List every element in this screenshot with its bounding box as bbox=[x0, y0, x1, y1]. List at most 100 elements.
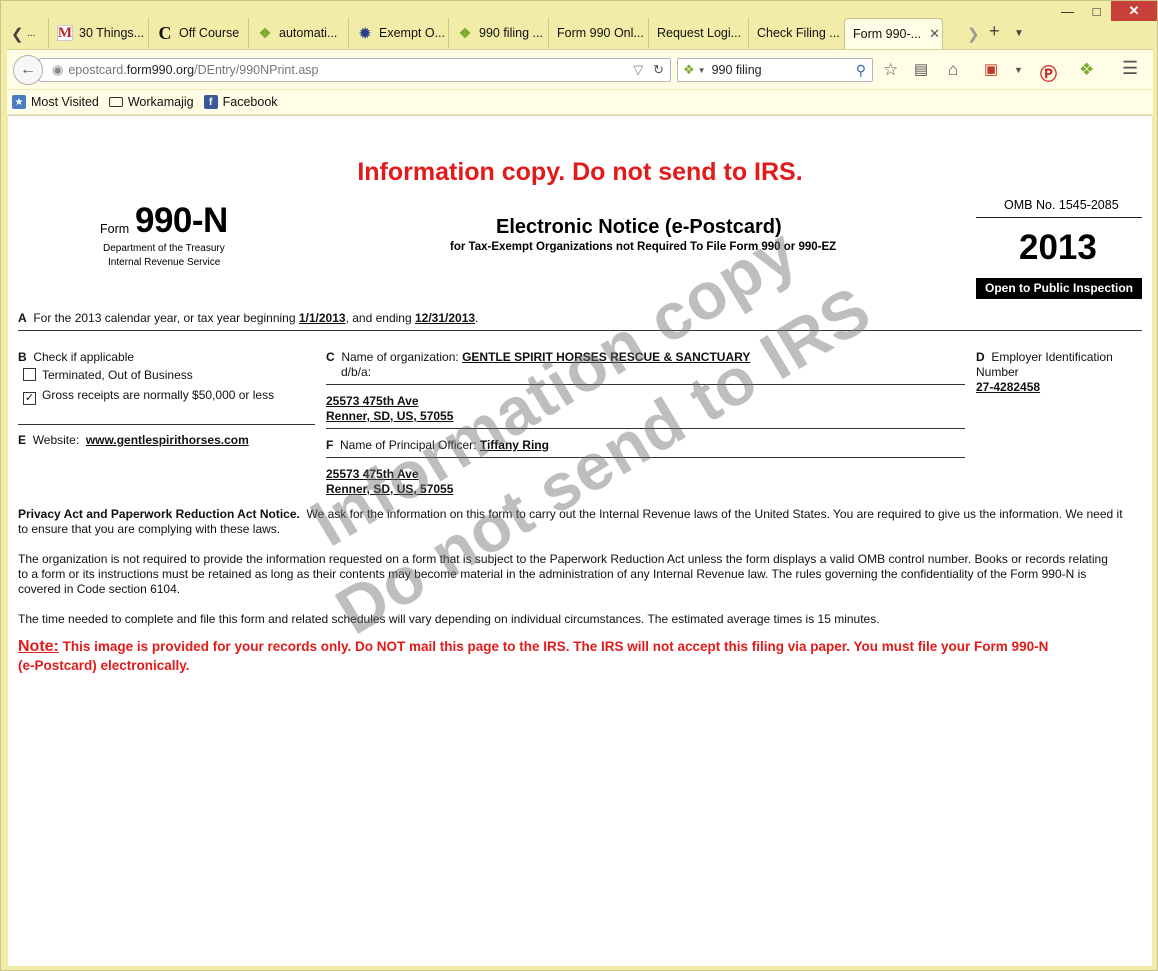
section-a-mid: , and ending bbox=[345, 311, 412, 325]
open-to-public-inspection-badge: Open to Public Inspection bbox=[976, 278, 1142, 299]
pinterest-icon[interactable]: Ⓟ bbox=[1040, 60, 1057, 85]
leaf-icon: ❖ bbox=[258, 24, 272, 41]
note-label: Note: bbox=[18, 638, 59, 655]
back-arrow-icon: ← bbox=[20, 61, 36, 78]
section-a: A For the 2013 calendar year, or tax yea… bbox=[18, 311, 478, 325]
navigation-toolbar: ◉ epostcard. form990.org/DEntry/990NPrint… bbox=[7, 49, 1153, 89]
note-line1: This image is provided for your records … bbox=[62, 639, 1049, 654]
form-subtitle: for Tax-Exempt Organizations not Require… bbox=[450, 241, 837, 253]
tab-label: automati... bbox=[279, 26, 338, 40]
url-domain: form990.org bbox=[126, 63, 195, 77]
dba-label: d/b/a: bbox=[341, 365, 372, 379]
url-bar[interactable]: ◉ epostcard. form990.org/DEntry/990NPrint… bbox=[39, 58, 671, 82]
tab-partial[interactable]: ... bbox=[25, 18, 47, 48]
addon-dropdown-icon[interactable]: ▼ bbox=[1014, 65, 1023, 75]
bookmark-label: Most Visited bbox=[31, 95, 99, 109]
tab-form-990-active[interactable]: Form 990-... ✕ bbox=[844, 18, 943, 49]
search-input[interactable]: 990 filing bbox=[712, 63, 762, 77]
privacy-p2-line3: covered in Code section 6104. bbox=[18, 582, 181, 596]
terminated-option: Terminated, Out of Business bbox=[23, 368, 193, 382]
privacy-paragraph-2: The organization is not required to prov… bbox=[18, 552, 1142, 597]
tab-exempt-org[interactable]: ✹ Exempt O... bbox=[348, 18, 448, 48]
site-info-icon[interactable]: ◉ bbox=[50, 62, 63, 78]
reload-icon[interactable]: ↻ bbox=[653, 62, 664, 78]
tab-request-login[interactable]: Request Logi... bbox=[648, 18, 748, 48]
back-button[interactable]: ← bbox=[13, 55, 43, 85]
section-d: D Employer Identification bbox=[976, 350, 1113, 364]
most-visited-icon: ★ bbox=[12, 95, 26, 109]
privacy-paragraph-1: Privacy Act and Paperwork Reduction Act … bbox=[18, 507, 1142, 537]
tab-label: Check Filing ... bbox=[757, 26, 840, 40]
scroll-tabs-left-icon[interactable]: ❮ bbox=[11, 25, 24, 43]
bookmarks-list-icon[interactable]: ▤ bbox=[914, 60, 928, 78]
section-a-divider bbox=[18, 330, 1142, 331]
workamajig-icon bbox=[108, 97, 123, 107]
tab-form-990-online[interactable]: Form 990 Onl... bbox=[548, 18, 648, 48]
section-f-divider bbox=[326, 457, 965, 458]
section-b-divider bbox=[18, 424, 315, 425]
org-address-line1: 25573 475th Ave bbox=[326, 394, 419, 408]
section-a-end: . bbox=[475, 311, 479, 325]
tab-check-filing[interactable]: Check Filing ... bbox=[748, 18, 844, 48]
search-engine-icon[interactable]: ❖ bbox=[683, 62, 695, 78]
search-bar[interactable]: ❖ ▼ 990 filing ⚲ bbox=[677, 58, 873, 82]
note-line2: (e-Postcard) electronically. bbox=[18, 658, 190, 673]
omb-number: OMB No. 1545-2085 bbox=[1004, 198, 1119, 212]
tab-strip: ❮ ... M 30 Things... C Off Course ❖ auto… bbox=[7, 18, 1153, 49]
privacy-p1-line1: We ask for the information on this form … bbox=[306, 507, 1123, 521]
tab-label: Exempt O... bbox=[379, 26, 445, 40]
section-c: C Name of organization: GENTLE SPIRIT HO… bbox=[326, 350, 750, 364]
url-tools: ▽ ↻ bbox=[633, 62, 664, 78]
officer-address-line1: 25573 475th Ave bbox=[326, 467, 419, 481]
gross-receipts-label: Gross receipts are normally $50,000 or l… bbox=[42, 388, 275, 402]
new-tab-icon[interactable]: + bbox=[989, 21, 1000, 42]
tax-year-end: 12/31/2013 bbox=[414, 311, 476, 325]
officer-address-line2: Renner, SD, US, 57055 bbox=[326, 482, 454, 496]
facebook-icon: f bbox=[203, 95, 218, 109]
section-f: F Name of Principal Officer: Tiffany Rin… bbox=[326, 438, 549, 452]
gross-receipts-checkbox: ✓ bbox=[23, 392, 36, 405]
org-name-value: GENTLE SPIRIT HORSES RESCUE & SANCTUARY bbox=[462, 350, 751, 364]
tab-label: Request Logi... bbox=[657, 26, 742, 40]
evernote-icon[interactable]: ❖ bbox=[1079, 60, 1094, 80]
search-icon[interactable]: ⚲ bbox=[856, 62, 866, 79]
gross-receipts-option: ✓ Gross receipts are normally $50,000 or … bbox=[23, 388, 274, 405]
principal-officer-value: Tiffany Ring bbox=[479, 438, 549, 452]
bookmark-workamajig[interactable]: Workamajig bbox=[108, 95, 194, 109]
tab-30-things[interactable]: M 30 Things... bbox=[48, 18, 148, 48]
url-prefix: epostcard. bbox=[68, 63, 127, 77]
bookmark-star-icon[interactable]: ☆ bbox=[883, 60, 898, 80]
tab-off-course[interactable]: C Off Course bbox=[148, 18, 248, 48]
menu-icon[interactable]: ☰ bbox=[1122, 58, 1138, 79]
section-b-letter: B bbox=[18, 350, 27, 364]
bookmark-facebook[interactable]: f Facebook bbox=[203, 95, 278, 109]
org-address-line2: Renner, SD, US, 57055 bbox=[326, 409, 454, 423]
home-icon[interactable]: ⌂ bbox=[948, 60, 958, 80]
tab-list-icon[interactable]: ▼ bbox=[1014, 28, 1024, 39]
close-tab-icon[interactable]: ✕ bbox=[929, 26, 940, 42]
form-number: 990-N bbox=[135, 201, 228, 240]
ein-label-line2: Number bbox=[976, 365, 1019, 379]
url-path: /DEntry/990NPrint.asp bbox=[194, 63, 319, 77]
section-e: E Website: www.gentlespirithorses.com bbox=[18, 433, 249, 447]
bookmark-label: Facebook bbox=[222, 95, 278, 109]
agency-line: Internal Revenue Service bbox=[108, 257, 221, 268]
privacy-p2-line1: The organization is not required to prov… bbox=[18, 552, 1108, 566]
omb-divider bbox=[976, 217, 1142, 218]
tab-label: Form 990-... bbox=[853, 27, 922, 41]
tax-year-begin: 1/1/2013 bbox=[298, 311, 346, 325]
section-a-text: For the 2013 calendar year, or tax year … bbox=[33, 311, 296, 325]
ein-label: Employer Identification bbox=[991, 350, 1113, 364]
tab-990-filing[interactable]: ❖ 990 filing ... bbox=[448, 18, 548, 48]
engine-dropdown-icon[interactable]: ▼ bbox=[698, 66, 706, 75]
section-c-divider bbox=[326, 384, 965, 385]
history-dropdown-icon[interactable]: ▽ bbox=[633, 62, 643, 78]
pdf-addon-icon[interactable]: ▣ bbox=[984, 60, 998, 78]
section-d-letter: D bbox=[976, 350, 985, 364]
tab-automation[interactable]: ❖ automati... bbox=[248, 18, 348, 48]
information-copy-banner: Information copy. Do not send to IRS. bbox=[357, 158, 803, 186]
leaf-icon: ❖ bbox=[458, 24, 472, 41]
org-name-label: Name of organization: bbox=[341, 350, 459, 364]
scroll-tabs-right-icon[interactable]: ❯ bbox=[967, 25, 980, 43]
bookmark-most-visited[interactable]: ★ Most Visited bbox=[12, 95, 99, 109]
